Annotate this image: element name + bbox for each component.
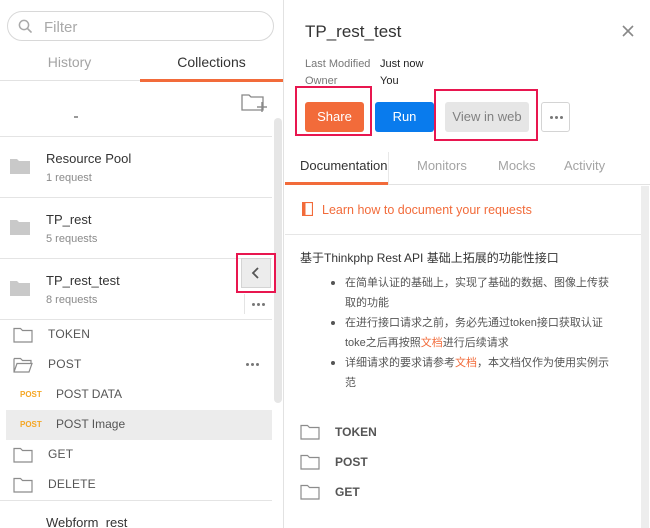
collection-detail: TP_rest_test Last Modified Just now Owner… <box>285 0 650 528</box>
learn-documentation-link[interactable]: Learn how to document your requests <box>322 203 532 217</box>
collection-count: 8 requests <box>46 294 98 306</box>
divider <box>285 234 642 235</box>
method-badge: POST <box>20 420 42 429</box>
folder-open-icon <box>13 357 33 373</box>
tab-mocks[interactable]: Mocks <box>498 152 536 184</box>
folder-icon <box>300 484 320 500</box>
folder-icon <box>10 220 30 235</box>
tab-activity[interactable]: Activity <box>564 152 605 184</box>
folder-row-token[interactable]: TOKEN <box>0 320 272 350</box>
tab-documentation-label: Documentation <box>300 158 388 173</box>
highlight-annotation-share <box>295 86 372 136</box>
sidebar: History Collections Resource Pool 1 requ… <box>0 0 284 528</box>
highlight-annotation-collapse <box>236 253 276 293</box>
collection-name: Resource Pool <box>46 151 132 166</box>
detail-scrollbar[interactable] <box>641 186 649 528</box>
method-badge: POST <box>20 390 42 399</box>
sidebar-tabs: History Collections <box>0 44 283 82</box>
detail-tabs: Documentation Monitors Mocks Activity <box>285 152 650 185</box>
folder-row-delete[interactable]: DELETE <box>0 470 272 500</box>
folder-name: POST <box>48 357 82 371</box>
tab-collections[interactable]: Collections <box>140 44 283 82</box>
collection-row[interactable]: Resource Pool 1 request <box>0 137 272 198</box>
collection-row-partial[interactable] <box>0 110 272 137</box>
folder-icon <box>13 447 33 463</box>
owner-value: You <box>380 75 399 87</box>
folder-icon <box>300 454 320 470</box>
last-modified-label: Last Modified <box>305 58 371 70</box>
request-name: POST DATA <box>56 387 123 401</box>
collection-row[interactable]: TP_rest 5 requests <box>0 198 272 259</box>
doc-link[interactable]: 文档 <box>421 337 443 349</box>
highlight-annotation-view-web <box>434 89 538 141</box>
doc-bullet-text: 详细请求的要求请参考 <box>345 357 455 369</box>
more-actions-button[interactable] <box>541 102 570 132</box>
collection-row[interactable]: Webform_rest <box>0 500 272 528</box>
doc-bullet-text: 进行后续请求 <box>442 337 509 349</box>
folder-icon <box>300 424 320 440</box>
tab-documentation[interactable]: Documentation <box>285 152 389 185</box>
collection-name: TP_rest_test <box>46 273 120 288</box>
documentation-pane: Learn how to document your requests 基于Th… <box>285 186 650 528</box>
doc-folder-get[interactable]: GET <box>300 484 500 504</box>
doc-folder-post[interactable]: POST <box>300 454 500 474</box>
collection-more-icon[interactable] <box>244 294 272 314</box>
doc-folder-name: POST <box>335 455 368 469</box>
request-row[interactable]: POST POST DATA <box>0 380 272 410</box>
partial-text-fragment <box>74 116 78 118</box>
doc-bullet-list: 在简单认证的基础上，实现了基础的数据、图像上传获取的功能 在进行接口请求之前，务… <box>315 273 615 393</box>
doc-bullet-text: 在简单认证的基础上，实现了基础的数据、图像上传获取的功能 <box>345 277 609 309</box>
collection-count: 1 request <box>46 172 92 184</box>
folder-name: DELETE <box>48 477 96 491</box>
folder-row-post[interactable]: POST <box>0 350 272 380</box>
folder-row-get[interactable]: GET <box>0 440 272 470</box>
collection-count: 5 requests <box>46 233 98 245</box>
filter-box[interactable] <box>7 11 274 41</box>
run-button[interactable]: Run <box>375 102 434 132</box>
active-tab-underline <box>285 182 388 185</box>
doc-bullet: 在进行接口请求之前，务必先通过token接口获取认证toke之后再按照文档进行后… <box>315 313 615 353</box>
collection-list: Resource Pool 1 request TP_rest 5 reques… <box>0 110 272 528</box>
folder-name: GET <box>48 447 74 461</box>
collection-title: TP_rest_test <box>305 22 402 41</box>
filter-input[interactable] <box>44 16 264 38</box>
request-name: POST Image <box>56 417 126 431</box>
doc-bullet: 详细请求的要求请参考文档，本文档仅作为使用实例示范 <box>315 353 615 393</box>
tab-history[interactable]: History <box>0 44 139 80</box>
document-icon <box>302 202 313 216</box>
doc-folder-name: TOKEN <box>335 425 377 439</box>
search-icon <box>18 19 32 33</box>
collection-name: Webform_rest <box>46 515 128 528</box>
collection-name: TP_rest <box>46 212 92 227</box>
tab-collections-label: Collections <box>177 54 246 70</box>
folder-icon <box>10 281 30 296</box>
doc-folder-token[interactable]: TOKEN <box>300 424 500 444</box>
request-row-selected[interactable]: POST POST Image <box>6 410 272 440</box>
doc-heading: 基于Thinkphp Rest API 基础上拓展的功能性接口 <box>300 251 559 265</box>
folder-icon <box>13 327 33 343</box>
last-modified-value: Just now <box>380 58 424 70</box>
folder-name: TOKEN <box>48 327 91 341</box>
doc-folder-name: GET <box>335 485 360 499</box>
doc-bullet: 在简单认证的基础上，实现了基础的数据、图像上传获取的功能 <box>315 273 615 313</box>
last-modified: Last Modified Just now <box>305 58 423 70</box>
tab-monitors[interactable]: Monitors <box>417 152 467 184</box>
doc-link[interactable]: 文档 <box>455 357 477 369</box>
folder-icon <box>13 477 33 493</box>
folder-icon <box>10 159 30 174</box>
collection-row-selected[interactable]: TP_rest_test 8 requests <box>0 259 272 320</box>
close-icon[interactable] <box>621 24 635 38</box>
